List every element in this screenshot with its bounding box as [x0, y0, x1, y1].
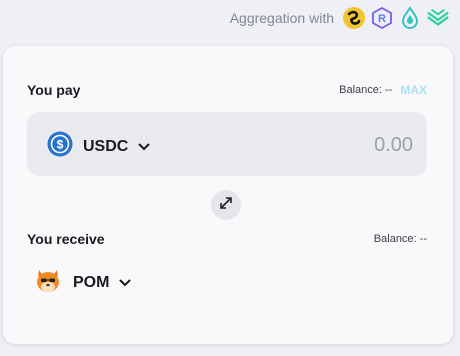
- aggregation-bar: Aggregation with R: [230, 6, 450, 30]
- aggregation-label: Aggregation with: [229, 10, 334, 26]
- provider-drop-icon: [398, 6, 422, 30]
- receive-token-name: POM: [73, 273, 110, 291]
- svg-text:R: R: [378, 13, 386, 25]
- provider-r-hex-icon: R: [370, 6, 394, 30]
- chevron-down-icon: [119, 279, 131, 287]
- swap-arrows-icon: [218, 195, 234, 216]
- swap-card: You pay Balance: -- MAX $ USDC 0.00 You …: [3, 46, 453, 344]
- provider-swirl-icon: [342, 6, 366, 30]
- pay-balance-row: Balance: -- MAX: [339, 83, 427, 97]
- pom-icon: [33, 265, 63, 300]
- receive-title: You receive: [27, 231, 105, 247]
- pay-token-selector[interactable]: $ USDC: [47, 131, 150, 162]
- receive-header: You receive Balance: --: [27, 231, 427, 247]
- provider-wave-icon: [426, 6, 450, 30]
- receive-token-selector[interactable]: POM: [33, 265, 131, 300]
- svg-text:$: $: [57, 138, 64, 152]
- swap-direction-button[interactable]: [211, 190, 241, 220]
- pay-header: You pay Balance: -- MAX: [27, 82, 427, 98]
- pay-input-box: $ USDC: [27, 112, 427, 176]
- pay-token-name: USDC: [83, 137, 129, 155]
- pay-title: You pay: [27, 82, 81, 98]
- receive-balance: Balance: --: [373, 233, 427, 245]
- chevron-down-icon: [138, 143, 150, 151]
- pay-balance: Balance: --: [339, 84, 393, 96]
- max-button[interactable]: MAX: [400, 83, 427, 97]
- pay-amount-input[interactable]: [271, 130, 415, 160]
- usdc-icon: $: [47, 131, 73, 162]
